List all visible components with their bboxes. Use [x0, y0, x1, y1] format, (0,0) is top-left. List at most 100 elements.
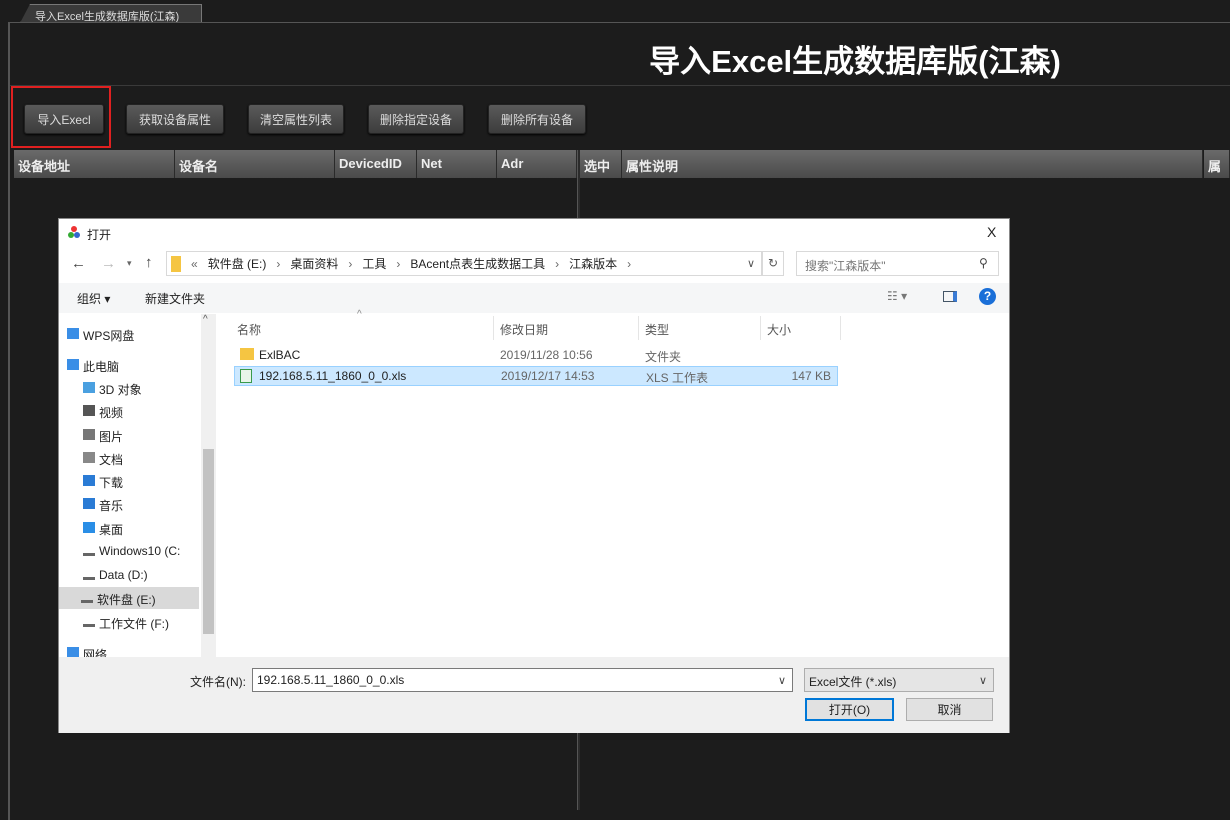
desktop-icon	[83, 522, 95, 533]
breadcrumb-item[interactable]: 桌面资料	[290, 255, 338, 272]
filter-dropdown-icon[interactable]: ∨	[979, 674, 987, 687]
folder-icon	[240, 348, 254, 360]
nav-item[interactable]: 图片	[61, 424, 201, 446]
col-device-id[interactable]: DevicedID	[335, 150, 417, 178]
nav-item[interactable]: Windows10 (C:	[61, 540, 201, 562]
col-property[interactable]: 属	[1204, 150, 1230, 178]
col-modified[interactable]: 修改日期	[494, 316, 639, 340]
organize-menu[interactable]: 组织 ▾	[77, 290, 110, 307]
computer-icon	[67, 359, 79, 370]
nav-item-label: Data (D:)	[99, 568, 148, 582]
nav-item-label: 工作文件 (F:)	[99, 617, 169, 631]
drive-icon	[81, 592, 93, 603]
highlight-box	[11, 86, 111, 148]
app-icon	[67, 225, 81, 239]
nav-scrollbar[interactable]: ^	[201, 314, 216, 657]
nav-item-label: 3D 对象	[99, 383, 142, 397]
breadcrumb-item[interactable]: BAcent点表生成数据工具	[410, 255, 545, 272]
file-name: ExlBAC	[259, 348, 301, 362]
file-date: 2019/11/28 10:56	[500, 348, 593, 362]
nav-item[interactable]: 此电脑	[61, 354, 201, 376]
drive-icon	[83, 545, 95, 556]
file-row[interactable]: ExlBAC 2019/11/28 10:56 文件夹	[234, 345, 838, 365]
col-property-desc[interactable]: 属性说明	[622, 150, 1203, 178]
up-icon[interactable]: ↑	[145, 254, 153, 271]
page-title: 导入Excel生成数据库版(江森)	[649, 44, 1061, 79]
file-size: 147 KB	[791, 369, 831, 383]
file-type: XLS 工作表	[646, 371, 709, 385]
nav-item-label: 桌面	[99, 523, 124, 537]
preview-pane-icon[interactable]	[943, 291, 957, 302]
search-input[interactable]: 搜索"江森版本"	[796, 251, 999, 276]
breadcrumb-item[interactable]: 工具	[362, 255, 386, 272]
clear-property-list-button[interactable]: 清空属性列表	[248, 104, 344, 134]
breadcrumb-overflow[interactable]: «	[191, 257, 198, 271]
cancel-button[interactable]: 取消	[906, 698, 993, 721]
col-device-name[interactable]: 设备名	[175, 150, 335, 178]
col-type[interactable]: 类型	[639, 316, 761, 340]
breadcrumb-item[interactable]: 软件盘 (E:)	[208, 255, 267, 272]
nav-item[interactable]: 桌面	[61, 517, 201, 539]
nav-item-label: Windows10 (C:	[99, 544, 181, 558]
nav-item[interactable]: 视频	[61, 400, 201, 422]
col-size[interactable]: 大小	[761, 316, 841, 340]
breadcrumb-item[interactable]: 江森版本	[569, 255, 617, 272]
file-type: 文件夹	[645, 350, 682, 364]
nav-item-label: 下载	[99, 476, 124, 490]
nav-item[interactable]: 工作文件 (F:)	[61, 611, 201, 633]
drive-icon	[83, 569, 95, 580]
cube-icon	[83, 382, 95, 393]
file-name: 192.168.5.11_1860_0_0.xls	[259, 369, 407, 383]
nav-item-label: 文档	[99, 453, 124, 467]
open-button[interactable]: 打开(O)	[805, 698, 894, 721]
search-icon[interactable]: ⚲	[979, 256, 988, 270]
nav-item-label: 图片	[99, 430, 124, 444]
col-net[interactable]: Net	[417, 150, 497, 178]
back-icon[interactable]: ←	[71, 255, 86, 272]
sort-up-icon: ^	[357, 309, 362, 320]
view-options-icon[interactable]: ☷ ▾	[887, 289, 907, 303]
help-icon[interactable]: ?	[979, 288, 996, 305]
dialog-title: 打开	[87, 228, 112, 242]
divider	[10, 85, 1230, 86]
file-type-filter[interactable]: Excel文件 (*.xls)	[804, 668, 994, 692]
nav-item[interactable]: 音乐	[61, 493, 201, 515]
nav-item-label: 音乐	[99, 499, 124, 513]
forward-icon[interactable]: →	[101, 255, 116, 272]
nav-item[interactable]: 文档	[61, 447, 201, 469]
delete-all-devices-button[interactable]: 删除所有设备	[488, 104, 586, 134]
download-icon	[83, 475, 95, 486]
recent-dropdown-icon[interactable]: ▾	[127, 258, 132, 269]
cloud-icon	[67, 328, 79, 339]
col-name[interactable]: 名称	[231, 316, 494, 340]
nav-item[interactable]: Data (D:)	[61, 564, 201, 586]
tab-import-excel[interactable]: 导入Excel生成数据库版(江森)	[20, 4, 202, 23]
address-dropdown-icon[interactable]: ∨	[747, 257, 755, 270]
file-row-selected[interactable]: 192.168.5.11_1860_0_0.xls 2019/12/17 14:…	[234, 366, 838, 386]
video-icon	[83, 405, 95, 416]
get-device-properties-button[interactable]: 获取设备属性	[126, 104, 224, 134]
filename-dropdown-icon[interactable]: ∨	[778, 674, 786, 687]
nav-item[interactable]: 下载	[61, 470, 201, 492]
col-device-address[interactable]: 设备地址	[14, 150, 175, 178]
new-folder-button[interactable]: 新建文件夹	[145, 290, 205, 307]
nav-item[interactable]: WPS网盘	[61, 323, 201, 345]
open-file-dialog: 打开 X ← → ▾ ↑ « 软件盘 (E:) › 桌面资料 › 工具 › BAcen…	[58, 218, 1010, 733]
close-icon[interactable]: X	[987, 224, 996, 240]
filename-input[interactable]: 192.168.5.11_1860_0_0.xls	[252, 668, 793, 692]
nav-item-label: WPS网盘	[83, 329, 135, 343]
col-selected[interactable]: 选中	[580, 150, 622, 178]
folder-icon	[171, 255, 181, 272]
col-adr[interactable]: Adr	[497, 150, 577, 178]
nav-item[interactable]: 3D 对象	[61, 377, 201, 399]
delete-selected-device-button[interactable]: 删除指定设备	[368, 104, 464, 134]
picture-icon	[83, 429, 95, 440]
excel-file-icon	[240, 369, 252, 383]
nav-item-label: 此电脑	[83, 360, 120, 374]
filename-label: 文件名(N):	[190, 675, 246, 689]
document-icon	[83, 452, 95, 463]
refresh-icon[interactable]: ↻	[762, 251, 784, 276]
address-bar[interactable]: « 软件盘 (E:) › 桌面资料 › 工具 › BAcent点表生成数据工具 › 江森…	[166, 251, 762, 276]
drive-icon	[83, 616, 95, 627]
nav-item[interactable]: 软件盘 (E:)	[59, 587, 199, 609]
